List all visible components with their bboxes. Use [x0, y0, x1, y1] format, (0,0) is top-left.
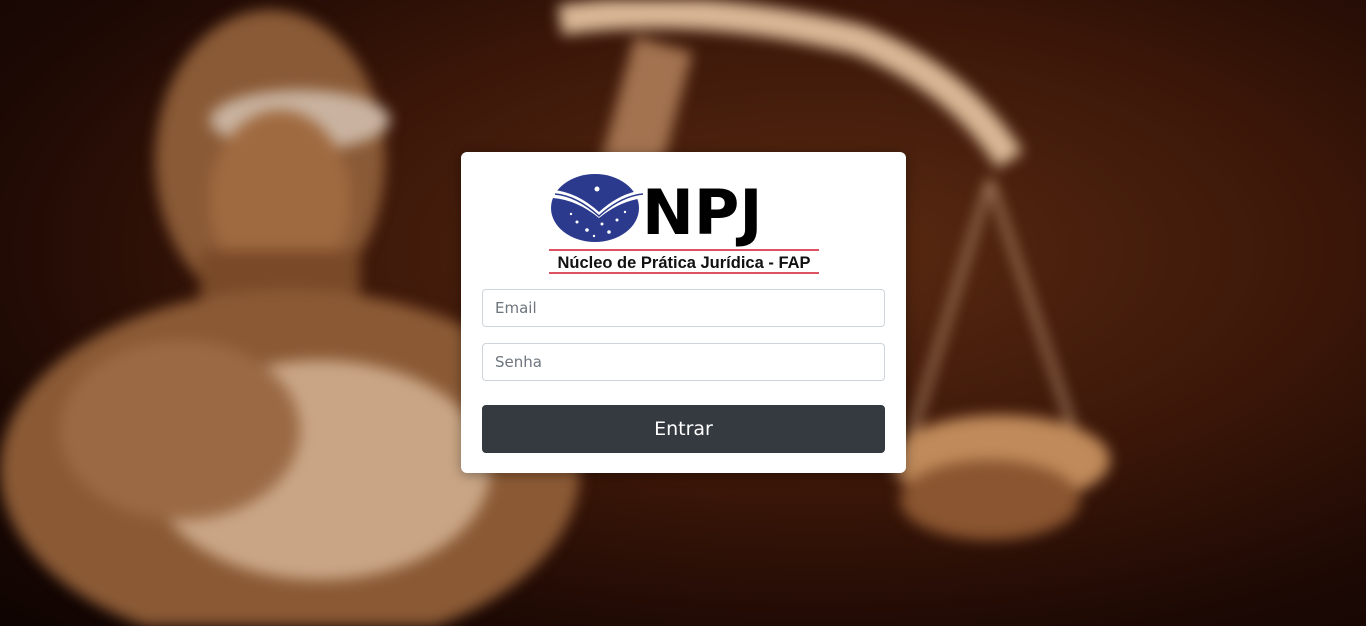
emblem-icon	[551, 174, 639, 242]
npj-logo: NPJ Núcleo de Prática Jurídica - FAP	[549, 174, 819, 274]
login-button[interactable]: Entrar	[482, 405, 885, 453]
logo-subtitle: Núcleo de Prática Jurídica - FAP	[557, 254, 810, 272]
login-card: NPJ Núcleo de Prática Jurídica - FAP Ent…	[461, 152, 906, 473]
email-input[interactable]	[482, 289, 885, 327]
password-input[interactable]	[482, 343, 885, 381]
logo-acronym: NPJ	[642, 176, 762, 249]
